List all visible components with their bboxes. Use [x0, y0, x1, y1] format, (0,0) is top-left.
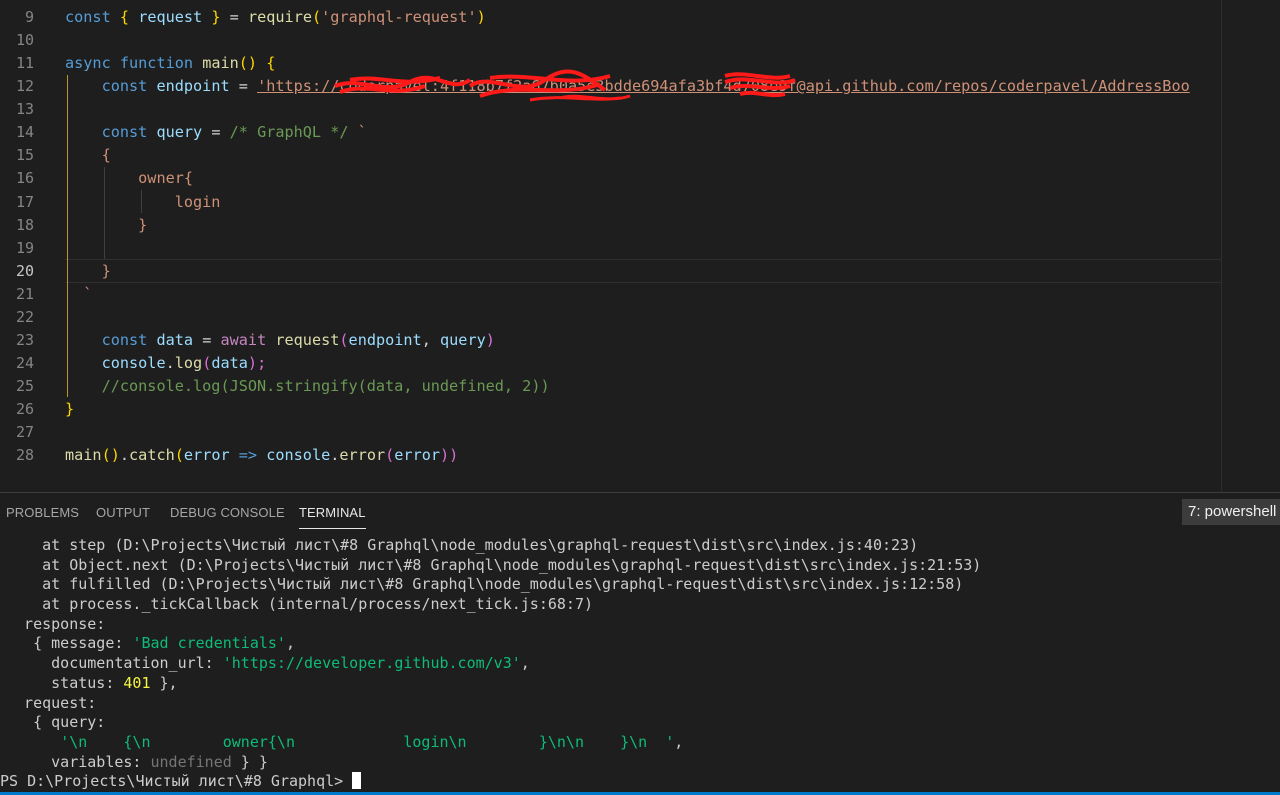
line-number-gutter: 9 10 11 12 13 14 15 16 17 18 19 20 21 22 23 24 25 26 27 28 — [0, 6, 40, 467]
code-line-14: const query = /* GraphQL */ ` — [101, 123, 367, 142]
line-number: 17 — [15, 192, 34, 211]
terminal-line: status: 401 }, — [6, 673, 178, 692]
line-number: 15 — [15, 146, 34, 165]
line-number: 16 — [15, 169, 34, 188]
code-line-16: owner{ — [138, 169, 194, 188]
terminal-line: at process._tickCallback (internal/proce… — [6, 595, 593, 614]
terminal-prompt[interactable]: PS D:\Projects\Чистый лист\#8 Graphql> — [0, 772, 1280, 792]
terminal-line: request: — [6, 693, 97, 712]
code-line-9: const { request } = require('graphql-req… — [65, 8, 486, 26]
line-number: 20 — [15, 261, 34, 280]
code-editor[interactable]: 9 10 11 12 13 14 15 16 17 18 19 20 21 22 23 24 25 26 27 28 … — [0, 0, 1280, 492]
line-number: 28 — [15, 446, 34, 465]
line-number: 9 — [24, 8, 34, 26]
terminal-line: at Object.next (D:\Projects\Чистый лист\… — [6, 555, 982, 574]
line-number: 10 — [15, 31, 34, 50]
code-line-26: } — [65, 400, 75, 419]
line-number: 21 — [15, 284, 34, 303]
terminal-line: { message: 'Bad credentials', — [6, 634, 295, 653]
code-line-21: ` — [83, 284, 93, 303]
code-line-20: } — [101, 261, 111, 280]
line-number: 22 — [15, 307, 34, 326]
code-line-24: console.log(data); — [101, 353, 267, 372]
terminal-line: { query: — [6, 713, 106, 732]
tab-output[interactable]: OUTPUT — [96, 505, 150, 520]
terminal-line: documentation_url: 'https://developer.gi… — [6, 654, 530, 673]
line-number: 24 — [15, 353, 34, 372]
tab-terminal[interactable]: TERMINAL — [299, 505, 366, 529]
terminal-line: at fulfilled (D:\Projects\Чистый лист\#8… — [6, 575, 964, 594]
line-number: 23 — [15, 330, 34, 349]
code-line-17: login — [174, 192, 221, 211]
tab-problems[interactable]: PROBLEMS — [6, 505, 79, 520]
tab-debug-console[interactable]: DEBUG CONSOLE — [170, 505, 285, 520]
terminal-selector-dropdown[interactable]: 7: powershell — [1182, 499, 1280, 525]
editor-scrollbar[interactable] — [1222, 0, 1280, 492]
terminal-cursor — [352, 772, 362, 790]
terminal-line: response: — [6, 614, 106, 633]
line-number: 19 — [15, 238, 34, 257]
line-number: 11 — [15, 54, 34, 73]
line-number: 14 — [15, 123, 34, 142]
line-number: 25 — [15, 377, 34, 395]
bottom-panel: PROBLEMS OUTPUT DEBUG CONSOLE TERMINAL 7… — [0, 492, 1280, 795]
code-line-18: } — [138, 215, 148, 234]
redaction-scribble — [334, 69, 796, 102]
terminal-line: variables: undefined } } — [6, 752, 268, 771]
terminal-output[interactable]: at step (D:\Projects\Чистый лист\#8 Grap… — [0, 536, 1280, 792]
panel-tabs: PROBLEMS OUTPUT DEBUG CONSOLE TERMINAL — [0, 493, 1280, 531]
line-number: 13 — [15, 100, 34, 119]
code-line-23: const data = await request(endpoint, que… — [101, 330, 495, 349]
terminal-line: at step (D:\Projects\Чистый лист\#8 Grap… — [6, 536, 919, 554]
line-number: 18 — [15, 215, 34, 234]
line-number: 26 — [15, 400, 34, 419]
line-number: 12 — [15, 77, 34, 96]
terminal-line: '\n {\n owner{\n login\n }\n\n }\n ', — [60, 732, 684, 751]
line-number: 27 — [15, 423, 34, 442]
code-line-25: //console.log(JSON.stringify(data, undef… — [101, 377, 550, 395]
code-line-28: main().catch(error => console.error(erro… — [65, 446, 459, 465]
code-line-15: { — [101, 146, 111, 165]
